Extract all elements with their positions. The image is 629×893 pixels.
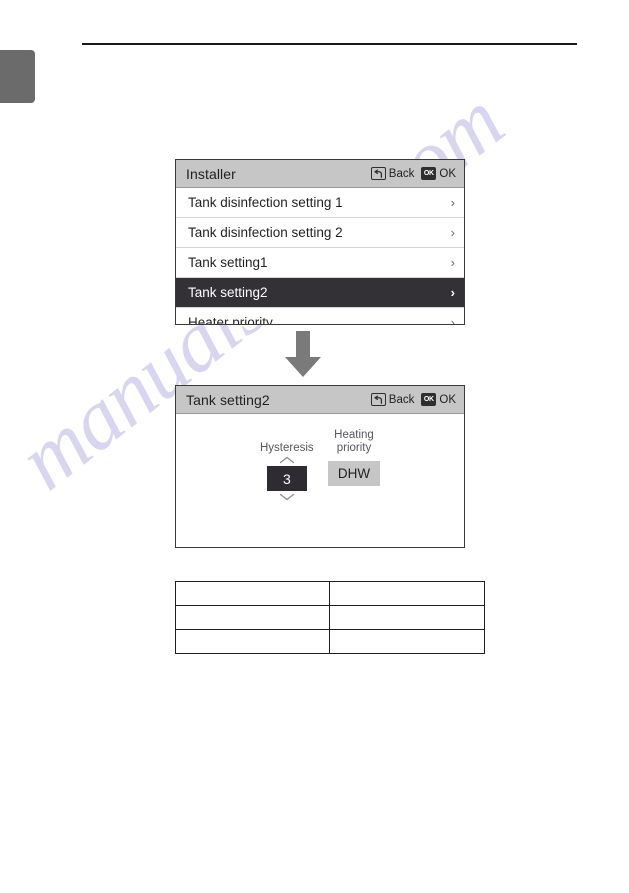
chevron-right-icon: ›	[450, 285, 455, 300]
ok-key-icon: OK	[421, 393, 437, 406]
back-label: Back	[388, 393, 415, 406]
flow-down-arrow-icon	[284, 331, 322, 378]
stepper-up-icon[interactable]	[279, 455, 295, 465]
screen-title: Installer	[186, 165, 236, 182]
menu-item-label: Tank setting2	[188, 285, 268, 300]
heating-priority-field: Heating priority DHW	[328, 429, 380, 486]
menu-item-tank-disinfection-1[interactable]: Tank disinfection setting 1 ›	[176, 188, 464, 218]
menu-item-tank-setting1[interactable]: Tank setting1 ›	[176, 248, 464, 278]
table-cell	[329, 629, 485, 654]
chevron-right-icon: ›	[450, 255, 455, 270]
hysteresis-value[interactable]: 3	[266, 466, 307, 491]
page-edge-tab	[0, 50, 35, 103]
info-table	[175, 581, 485, 654]
installer-menu-list: Tank disinfection setting 1 › Tank disin…	[176, 188, 464, 325]
screen-header: Installer Back OK OK	[176, 160, 464, 188]
tank-setting2-screen: Tank setting2 Back OK OK Hysteresis 3 He…	[175, 385, 465, 548]
menu-item-label: Tank disinfection setting 2	[188, 225, 343, 240]
header-rule	[82, 43, 577, 45]
chevron-right-icon: ›	[450, 315, 455, 325]
ok-label: OK	[439, 393, 456, 406]
heating-priority-label: Heating priority	[334, 429, 374, 454]
table-cell	[175, 629, 330, 654]
heating-priority-value[interactable]: DHW	[328, 461, 380, 486]
installer-list-screen: Installer Back OK OK Tank disinfection s…	[175, 159, 465, 325]
back-arrow-icon	[370, 393, 386, 406]
header-actions: Back OK OK	[370, 393, 456, 406]
menu-item-tank-disinfection-2[interactable]: Tank disinfection setting 2 ›	[176, 218, 464, 248]
chevron-right-icon: ›	[450, 195, 455, 210]
hysteresis-field: Hysteresis 3	[260, 442, 314, 502]
back-button[interactable]: Back	[370, 167, 415, 180]
back-arrow-icon	[370, 167, 386, 180]
ok-label: OK	[439, 167, 456, 180]
screen-title: Tank setting2	[186, 391, 270, 408]
back-label: Back	[388, 167, 415, 180]
menu-item-heater-priority[interactable]: Heater priority ›	[176, 308, 464, 325]
ok-button[interactable]: OK OK	[421, 393, 456, 406]
menu-item-label: Tank disinfection setting 1	[188, 195, 343, 210]
hysteresis-label: Hysteresis	[260, 442, 314, 454]
chevron-right-icon: ›	[450, 225, 455, 240]
header-actions: Back OK OK	[370, 167, 456, 180]
ok-key-icon: OK	[421, 167, 437, 180]
ok-button[interactable]: OK OK	[421, 167, 456, 180]
table-row	[175, 629, 485, 654]
menu-item-label: Tank setting1	[188, 255, 268, 270]
back-button[interactable]: Back	[370, 393, 415, 406]
table-row	[175, 605, 485, 630]
table-cell	[329, 581, 485, 606]
menu-item-tank-setting2[interactable]: Tank setting2 ›	[176, 278, 464, 308]
menu-item-label: Heater priority	[188, 315, 273, 325]
table-row	[175, 581, 485, 606]
table-cell	[175, 605, 330, 630]
tank-setting2-body: Hysteresis 3 Heating priority DHW	[176, 414, 464, 545]
screen-header: Tank setting2 Back OK OK	[176, 386, 464, 414]
stepper-down-icon[interactable]	[279, 492, 295, 502]
table-cell	[329, 605, 485, 630]
table-cell	[175, 581, 330, 606]
